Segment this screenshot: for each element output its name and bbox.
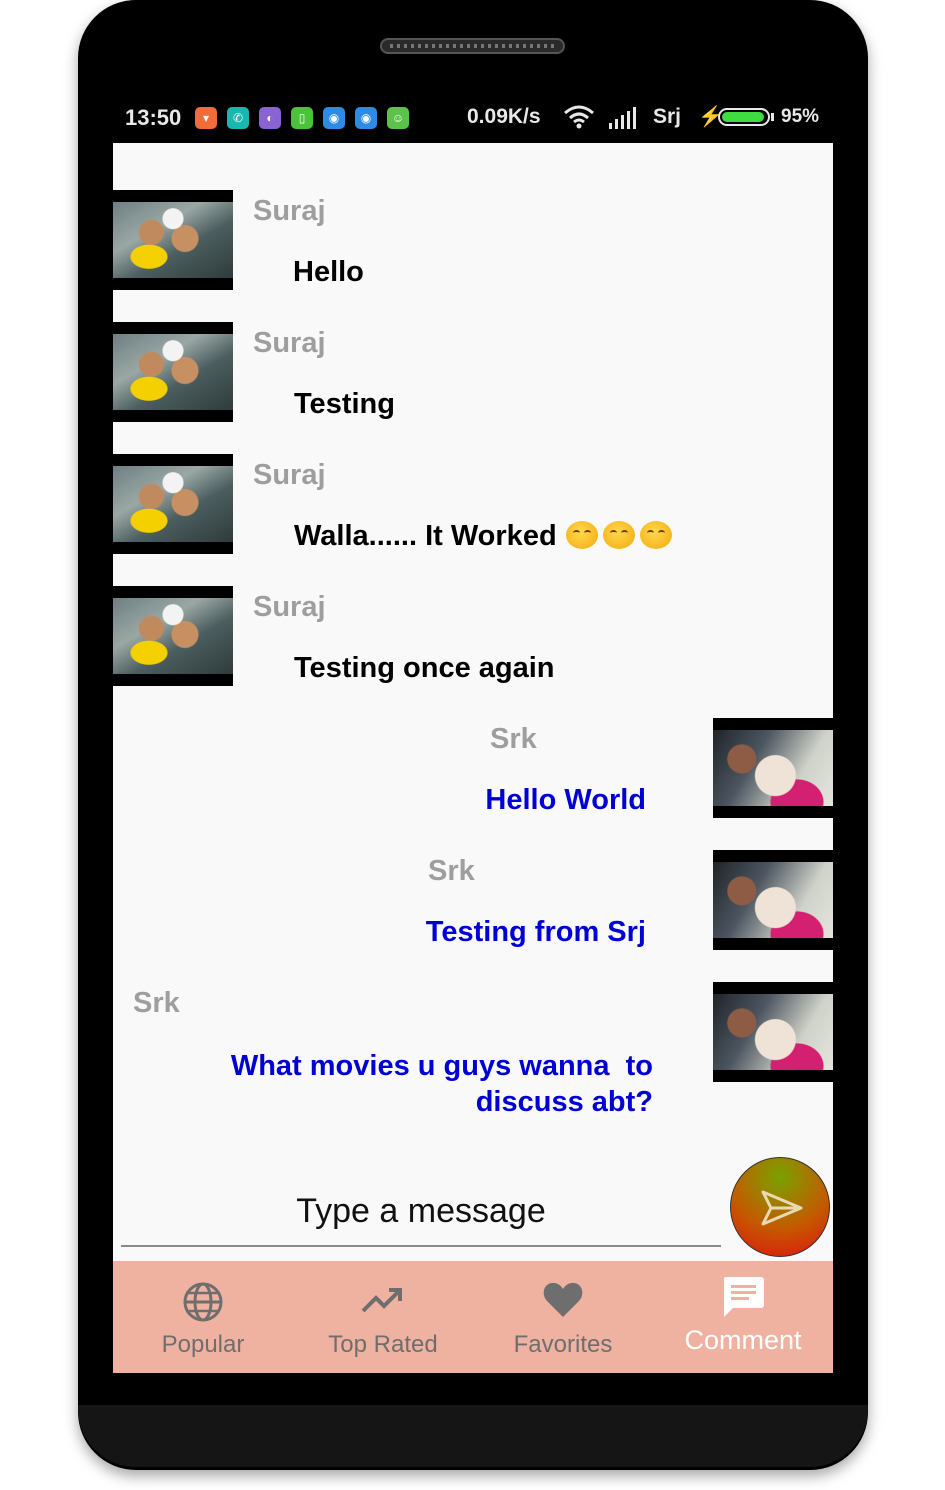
avatar-photo <box>113 598 233 674</box>
battery-icon <box>718 108 770 126</box>
avatar[interactable] <box>713 718 833 818</box>
earpiece-speaker <box>380 38 565 54</box>
message-sender: Srk <box>133 987 180 1019</box>
message-sender: Srk <box>428 855 475 887</box>
nav-label: Top Rated <box>328 1331 438 1358</box>
chat-app-icon: ✆ <box>227 107 249 129</box>
message-text: Testing <box>294 388 395 420</box>
messenger-icon: ◉ <box>323 107 345 129</box>
nav-label: Comment <box>684 1325 802 1355</box>
message-composer: Type a message <box>121 1183 721 1247</box>
avatar-photo <box>713 862 833 938</box>
avatar-photo <box>113 466 233 542</box>
purple-app-icon: ◐ <box>259 107 281 129</box>
status-time: 13:50 <box>125 105 182 130</box>
message-sender: Srk <box>490 723 537 755</box>
avatar-photo <box>713 730 833 806</box>
send-button[interactable] <box>730 1157 830 1257</box>
message-sender: Suraj <box>253 459 326 491</box>
message-text-with-emoji: Walla...... It Worked <box>294 520 672 553</box>
globe-icon <box>182 1281 224 1328</box>
nav-item-top-rated[interactable]: Top Rated <box>293 1261 473 1373</box>
avatar[interactable] <box>113 322 233 422</box>
nav-label: Popular <box>161 1331 245 1358</box>
green-app-icon: ▯ <box>291 107 313 129</box>
avatar[interactable] <box>713 850 833 950</box>
bottom-navigation: Popular Top Rated Favorites Comment <box>113 1261 833 1373</box>
signal-strength-icon <box>609 107 641 129</box>
message-sender: Suraj <box>253 327 326 359</box>
message-text: Hello <box>293 256 364 288</box>
nav-item-popular[interactable]: Popular <box>113 1261 293 1373</box>
heart-icon <box>542 1281 584 1324</box>
battery-percent: 95% <box>781 106 820 127</box>
battery-tip <box>771 113 774 121</box>
nav-item-comment[interactable]: Comment <box>653 1261 833 1373</box>
message-text: Hello World <box>485 784 646 816</box>
message-input[interactable]: Type a message <box>121 1183 721 1239</box>
avatar[interactable] <box>113 586 233 686</box>
phone-chin <box>78 1405 868 1467</box>
chat-screen: Suraj Hello Suraj Testing Suraj Walla...… <box>113 143 833 1373</box>
message-sender: Suraj <box>253 591 326 623</box>
nav-item-favorites[interactable]: Favorites <box>473 1261 653 1373</box>
messenger-icon: ◉ <box>355 107 377 129</box>
message-text: Walla...... It Worked <box>294 520 557 552</box>
smiling-face-emoji-icon <box>602 521 635 549</box>
smiling-face-emoji-icon <box>565 521 598 549</box>
status-bar: 13:50 ▾ ✆ ◐ ▯ ◉ ◉ ☺ 0.09K/s Srj ⚡ 95% <box>113 95 833 143</box>
carrier-name: Srj <box>653 105 682 128</box>
message-sender: Suraj <box>253 195 326 227</box>
comment-icon <box>721 1275 765 1324</box>
android-icon: ☺ <box>387 107 409 129</box>
nav-label: Favorites <box>513 1331 613 1358</box>
battery-level <box>722 112 764 122</box>
send-icon <box>761 1190 803 1226</box>
message-text: What movies u guys wanna to discuss abt? <box>230 1050 662 1118</box>
network-speed: 0.09K/s <box>467 105 541 128</box>
avatar[interactable] <box>113 190 233 290</box>
message-text: Testing once again <box>294 652 555 684</box>
smiling-face-emoji-icon <box>639 521 672 549</box>
avatar[interactable] <box>713 982 833 1082</box>
mi-store-icon: ▾ <box>195 107 217 129</box>
trending-up-icon <box>361 1285 405 1320</box>
avatar-photo <box>113 202 233 278</box>
wifi-icon <box>563 105 595 135</box>
avatar-photo <box>713 994 833 1070</box>
avatar[interactable] <box>113 454 233 554</box>
message-text: Testing from Srj <box>425 916 646 948</box>
avatar-photo <box>113 334 233 410</box>
